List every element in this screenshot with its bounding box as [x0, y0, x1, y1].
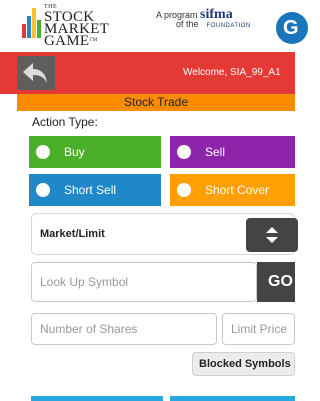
welcome-text: Welcome, SIA_99_A1	[183, 67, 281, 78]
back-button[interactable]	[17, 56, 55, 90]
app-header: THE STOCK MARKET GAMETM A program sifma …	[0, 0, 308, 50]
action-short-sell-radio[interactable]: Short Sell	[29, 174, 161, 206]
select-toggle-button[interactable]	[246, 218, 298, 252]
number-of-shares-input[interactable]: Number of Shares	[31, 313, 217, 345]
action-type-label: Action Type:	[32, 115, 98, 129]
action-buy-radio[interactable]: Buy	[29, 136, 161, 168]
page-title: Stock Trade	[17, 94, 295, 111]
sifma-sponsor-logo: A program sifma of the FOUNDATION	[156, 7, 251, 30]
partner-logo-icon: G	[276, 12, 308, 44]
order-type-select[interactable]: Market/Limit	[31, 213, 298, 255]
bottom-button-left[interactable]	[31, 396, 163, 401]
stock-market-game-logo: THE STOCK MARKET GAMETM	[44, 4, 110, 49]
nav-bar: Welcome, SIA_99_A1	[0, 52, 295, 94]
go-button[interactable]: GO	[257, 262, 295, 302]
blocked-symbols-button[interactable]: Blocked Symbols	[192, 352, 295, 376]
radio-dot-icon	[177, 145, 191, 159]
limit-price-input[interactable]: Limit Price	[222, 313, 295, 345]
symbol-lookup-input[interactable]: Look Up Symbol	[31, 262, 257, 302]
back-arrow-icon	[23, 63, 47, 83]
stock-market-game-logo-icon	[22, 8, 41, 38]
bottom-button-right[interactable]	[170, 396, 295, 401]
radio-dot-icon	[36, 145, 50, 159]
radio-dot-icon	[36, 183, 50, 197]
radio-dot-icon	[177, 183, 191, 197]
sort-arrows-icon	[266, 227, 278, 243]
action-sell-radio[interactable]: Sell	[170, 136, 295, 168]
action-short-cover-radio[interactable]: Short Cover	[170, 174, 295, 206]
